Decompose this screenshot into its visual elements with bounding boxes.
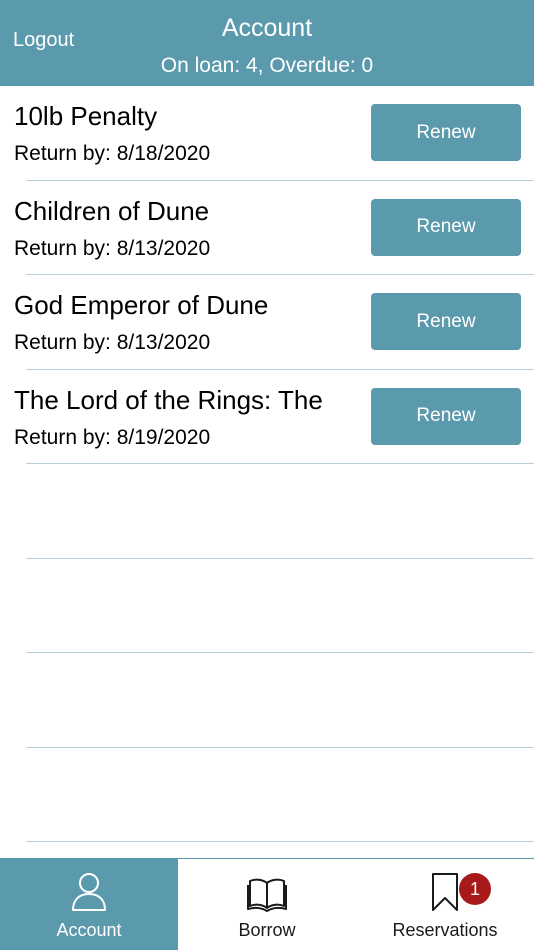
reservations-badge: 1	[459, 873, 491, 905]
row-divider	[26, 841, 534, 842]
book-title: 10lb Penalty	[14, 101, 158, 131]
empty-row	[0, 464, 534, 559]
renew-button[interactable]: Renew	[371, 104, 521, 161]
tab-bar: Account Borrow 1 Reservations	[0, 858, 534, 950]
empty-row	[0, 558, 534, 653]
renew-button[interactable]: Renew	[371, 198, 521, 256]
renew-button[interactable]: Renew	[371, 387, 521, 445]
book-icon	[247, 878, 287, 912]
tab-reservations[interactable]: 1 Reservations	[356, 859, 534, 950]
return-date: Return by: 8/13/2020	[14, 236, 211, 260]
loans-list: 10lb Penalty Return by: 8/18/2020 Renew …	[0, 86, 534, 842]
return-date: Return by: 8/18/2020	[14, 142, 211, 165]
tab-borrow[interactable]: Borrow	[178, 859, 356, 950]
renew-button[interactable]: Renew	[371, 293, 521, 350]
loan-row: 10lb Penalty Return by: 8/18/2020 Renew	[0, 86, 534, 181]
tab-label: Account	[56, 920, 122, 940]
header-bar: Logout Account On loan: 4, Overdue: 0	[0, 0, 534, 86]
tab-label: Borrow	[238, 920, 296, 940]
tab-account[interactable]: Account	[0, 859, 178, 950]
return-date: Return by: 8/13/2020	[14, 331, 211, 354]
loan-summary: On loan: 4, Overdue: 0	[160, 54, 374, 77]
person-icon	[72, 873, 106, 911]
book-title: God Emperor of Dune	[14, 290, 269, 320]
loan-row: The Lord of the Rings: The Return by: 8/…	[0, 369, 534, 464]
return-date: Return by: 8/19/2020	[14, 425, 211, 449]
loan-row: Children of Dune Return by: 8/13/2020 Re…	[0, 180, 534, 275]
account-screen: Logout Account On loan: 4, Overdue: 0 10…	[0, 0, 534, 950]
book-title: The Lord of the Rings: The	[14, 384, 323, 415]
page-title: Account	[221, 14, 313, 42]
book-title: Children of Dune	[14, 195, 210, 226]
empty-row	[0, 653, 534, 748]
loan-row: God Emperor of Dune Return by: 8/13/2020…	[0, 275, 534, 370]
tab-label: Reservations	[392, 920, 498, 940]
empty-row	[0, 747, 534, 842]
